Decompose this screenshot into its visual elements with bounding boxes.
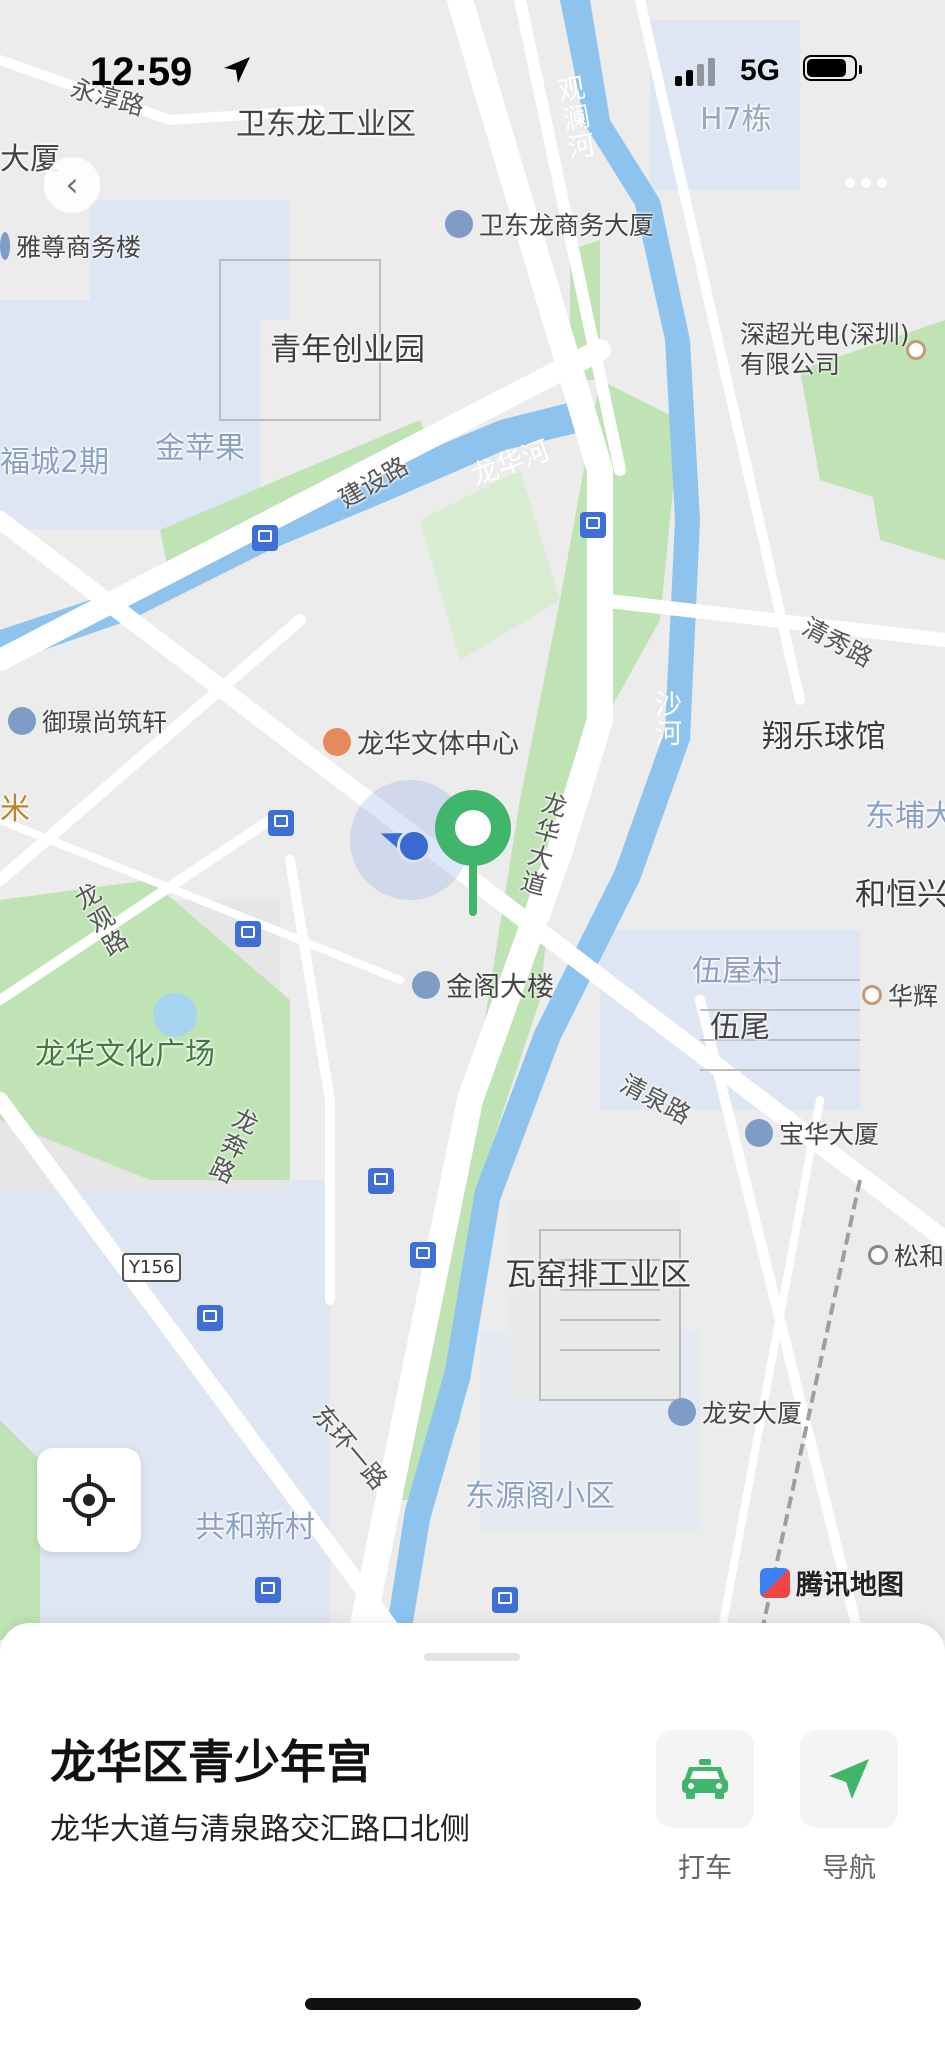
battery-fill (807, 59, 847, 77)
label-jinpingguo: 金苹果 (155, 431, 245, 466)
dot-icon (845, 178, 855, 188)
network-type: 5G (740, 54, 781, 87)
poi-baohua[interactable]: 宝华大厦 (745, 1115, 879, 1151)
poi-huahui[interactable]: 华辉 (862, 977, 938, 1013)
bus-stop-icon[interactable] (255, 1577, 281, 1603)
bus-stop-icon[interactable] (252, 525, 278, 551)
back-button[interactable]: ‹ (44, 157, 100, 213)
more-options-button[interactable] (845, 178, 887, 188)
user-location-dot (397, 829, 431, 863)
label-culture-square: 龙华文化广场 (35, 1037, 215, 1072)
poi-yujing[interactable]: 御璟尚筑轩 (8, 703, 167, 739)
crosshair-icon (63, 1474, 115, 1526)
building-icon (745, 1119, 773, 1147)
label-gonghe: 共和新村 (195, 1510, 315, 1545)
battery-icon (803, 55, 862, 81)
locate-me-button[interactable] (37, 1448, 141, 1552)
marker-center (455, 810, 491, 846)
map-provider-logo: 腾讯地图 (760, 1563, 904, 1602)
taxi-label: 打车 (678, 1853, 732, 1884)
label-wuwei: 伍尾 (710, 1010, 770, 1045)
poi-longan[interactable]: 龙安大厦 (668, 1394, 802, 1430)
venue-icon (323, 727, 351, 756)
poi-shenchao[interactable]: 深超光电(深圳)有限公司 (740, 320, 910, 380)
dot-icon (877, 178, 887, 188)
building-icon (0, 232, 10, 260)
label-xiangle: 翔乐球馆 (762, 719, 886, 755)
place-detail-sheet[interactable]: 龙华区青少年宫 龙华大道与清泉路交汇路口北侧 打车 导航 (0, 1623, 945, 2048)
bus-stop-icon[interactable] (410, 1242, 436, 1268)
home-indicator[interactable] (305, 1998, 641, 2010)
poi-dot-icon (862, 985, 882, 1005)
marker-stem (469, 862, 477, 916)
building-icon (412, 970, 440, 999)
bus-stop-icon[interactable] (268, 810, 294, 836)
poi-dot-icon (906, 340, 926, 360)
label-fucheng: 福城2期 (0, 445, 110, 480)
chevron-left-icon: ‹ (65, 165, 79, 205)
poi-songhe[interactable]: 松和 (868, 1237, 944, 1273)
home-icon (8, 707, 36, 735)
label-sha-river: 沙河 (650, 690, 681, 748)
label-wuwu-village: 伍屋村 (692, 954, 782, 989)
building-icon (668, 1398, 696, 1426)
bus-stop-icon[interactable] (580, 512, 606, 538)
selected-place-marker[interactable] (435, 790, 511, 866)
taxi-icon (682, 1759, 728, 1799)
status-time: 12:59 (90, 50, 193, 94)
navigate-label: 导航 (822, 1853, 876, 1884)
bus-stop-icon[interactable] (492, 1587, 518, 1613)
building-icon (445, 210, 473, 238)
road-sign-y156: Y156 (122, 1253, 182, 1282)
label-mi: 米 (0, 792, 30, 827)
place-address: 龙华大道与清泉路交汇路口北侧 (50, 1812, 470, 1847)
place-title: 龙华区青少年宫 (50, 1735, 372, 1789)
label-wayaopai: 瓦窑排工业区 (505, 1257, 691, 1293)
navigate-button[interactable]: 导航 (800, 1730, 898, 1885)
label-dongpu: 东埔大 (865, 799, 945, 834)
navigation-arrow-icon (829, 1759, 869, 1799)
dot-icon (861, 178, 871, 188)
poi-dot-icon (868, 1245, 888, 1265)
label-dongyuange: 东源阁小区 (465, 1479, 615, 1514)
poi-sports-center[interactable]: 龙华文体中心 (323, 722, 519, 761)
signal-strength-icon (675, 58, 715, 86)
navigate-button-box[interactable] (800, 1730, 898, 1828)
bus-stop-icon[interactable] (197, 1305, 223, 1331)
poi-yazun[interactable]: 雅尊商务楼 (0, 228, 141, 264)
sheet-grabber[interactable] (424, 1653, 520, 1661)
label-youth-park: 青年创业园 (270, 332, 425, 368)
bus-stop-icon[interactable] (368, 1168, 394, 1194)
poi-jinge[interactable]: 金阁大楼 (412, 965, 554, 1004)
status-bar: 12:59 5G (0, 0, 945, 130)
taxi-button[interactable]: 打车 (656, 1730, 754, 1885)
bus-stop-icon[interactable] (235, 921, 261, 947)
taxi-button-box[interactable] (656, 1730, 754, 1828)
label-heheng: 和恒兴 (855, 877, 945, 913)
tencent-map-logo-icon (760, 1567, 790, 1598)
map-view[interactable]: 卫东龙工业区 永淳路 大厦 观澜河 H7栋 卫东龙商务大厦 雅尊商务楼 青年创业… (0, 0, 945, 1640)
location-arrow-icon (224, 57, 250, 83)
poi-weidonglong-business[interactable]: 卫东龙商务大厦 (445, 206, 654, 242)
